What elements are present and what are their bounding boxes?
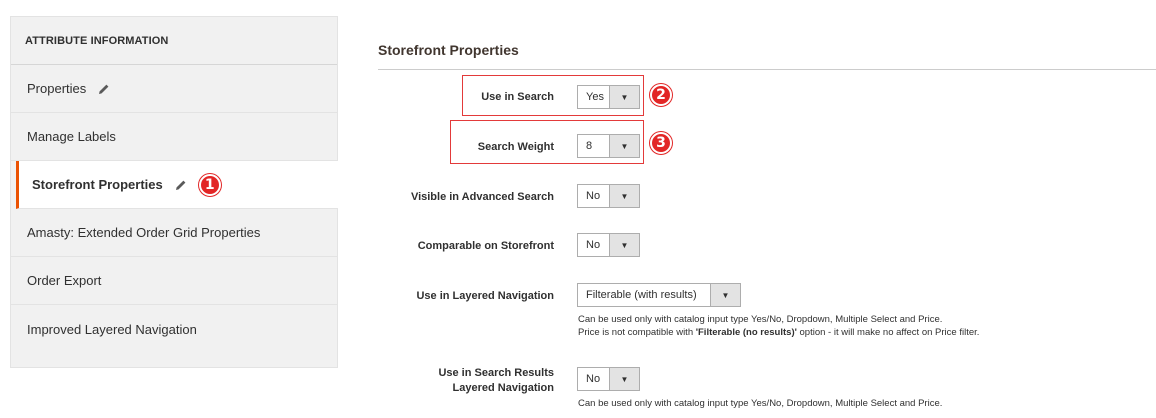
note-line: Price is not compatible with 'Filterable… (578, 326, 979, 339)
section-divider (378, 69, 1156, 70)
sidebar-item-properties[interactable]: Properties (11, 65, 337, 113)
section-title: Storefront Properties (378, 42, 519, 58)
sidebar-item-storefront-properties[interactable]: Storefront Properties 1 (16, 161, 338, 209)
chevron-down-icon: ▼ (609, 368, 639, 390)
sidebar-item-manage-labels[interactable]: Manage Labels (11, 113, 337, 161)
sidebar-item-label: Order Export (27, 273, 102, 288)
use-in-search-select[interactable]: Yes ▼ (577, 85, 640, 109)
callout-badge-2: 2 (650, 84, 672, 106)
sidebar-item-improved-layered-navigation[interactable]: Improved Layered Navigation (11, 305, 337, 353)
pencil-icon (175, 179, 187, 191)
use-in-search-label: Use in Search (481, 91, 554, 103)
sidebar-item-amasty-extended-order-grid[interactable]: Amasty: Extended Order Grid Properties (11, 209, 337, 257)
select-value: No (586, 239, 601, 251)
chevron-down-icon: ▼ (710, 284, 740, 306)
select-value: Filterable (with results) (586, 289, 697, 301)
note-text: Price is not compatible with (578, 327, 696, 338)
label-line: Use in Search Results (438, 367, 554, 379)
note-emphasis: 'Filterable (no results)' (695, 327, 797, 338)
chevron-down-icon: ▼ (609, 86, 639, 108)
chevron-down-icon: ▼ (609, 135, 639, 157)
layered-navigation-note: Can be used only with catalog input type… (578, 313, 979, 339)
label-line: Layered Navigation (452, 382, 554, 394)
sidebar-item-label: Amasty: Extended Order Grid Properties (27, 225, 261, 240)
use-in-search-results-layered-navigation-label: Use in Search Results Layered Navigation (354, 366, 554, 396)
use-in-layered-navigation-label: Use in Layered Navigation (416, 290, 554, 302)
visible-in-advanced-search-label: Visible in Advanced Search (410, 191, 554, 203)
search-results-layered-navigation-note: Can be used only with catalog input type… (578, 398, 943, 409)
search-weight-select[interactable]: 8 ▼ (577, 134, 640, 158)
visible-in-advanced-search-select[interactable]: No ▼ (577, 184, 640, 208)
callout-badge-3: 3 (650, 132, 672, 154)
comparable-on-storefront-select[interactable]: No ▼ (577, 233, 640, 257)
sidebar-item-label: Storefront Properties (32, 177, 163, 192)
pencil-icon (98, 83, 110, 95)
sidebar-item-order-export[interactable]: Order Export (11, 257, 337, 305)
sidebar-item-label: Manage Labels (27, 129, 116, 144)
sidebar-header: ATTRIBUTE INFORMATION (11, 17, 337, 65)
chevron-down-icon: ▼ (609, 234, 639, 256)
sidebar-item-label: Improved Layered Navigation (27, 321, 197, 337)
use-in-layered-navigation-select[interactable]: Filterable (with results) ▼ (577, 283, 741, 307)
comparable-on-storefront-label: Comparable on Storefront (417, 240, 554, 252)
select-value: No (586, 373, 601, 385)
use-in-search-results-layered-navigation-select[interactable]: No ▼ (577, 367, 640, 391)
chevron-down-icon: ▼ (609, 185, 639, 207)
sidebar-item-label: Properties (27, 81, 87, 96)
callout-badge-1: 1 (198, 173, 221, 196)
select-value: 8 (586, 140, 593, 152)
search-weight-label: Search Weight (477, 141, 554, 153)
select-value: Yes (586, 91, 604, 103)
select-value: No (586, 190, 601, 202)
attribute-information-panel: ATTRIBUTE INFORMATION Properties Manage … (10, 16, 338, 368)
note-text: option - it will make no affect on Price… (796, 327, 980, 338)
note-line: Can be used only with catalog input type… (578, 314, 943, 325)
